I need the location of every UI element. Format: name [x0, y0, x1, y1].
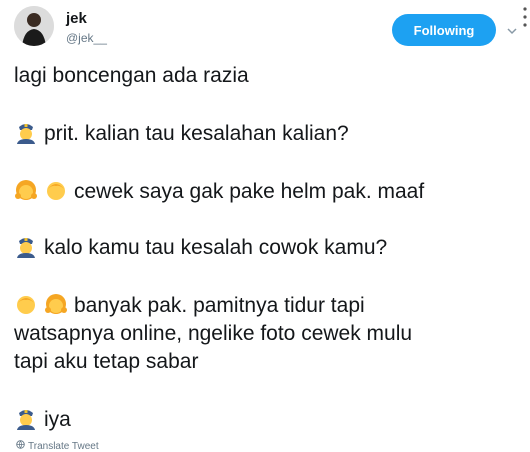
tweet-line-text: iya — [44, 408, 71, 431]
translate-label[interactable]: Translate Tweet — [28, 441, 99, 452]
tweet-line: lagi boncengan ada razia — [14, 62, 249, 90]
tweet-line-text: watsapnya online, ngelike foto cewek mul… — [14, 322, 413, 345]
tweet-line-text: cewek saya gak pake helm pak. maaf — [74, 180, 425, 203]
user-handle[interactable]: @jek__ — [66, 31, 107, 45]
globe-icon — [16, 440, 25, 452]
tweet-line-text: banyak pak. pamitnya tidur tapi — [74, 294, 365, 317]
girl-icon — [14, 178, 38, 202]
tweet-line: prit. kalian tau kesalahan kalian? — [14, 120, 349, 148]
avatar[interactable] — [14, 6, 54, 46]
chevron-down-icon[interactable] — [506, 24, 518, 36]
tweet-line: cewek saya gak pake helm pak. maaf — [14, 178, 424, 206]
tweet-header: jek @jek__ Following — [14, 6, 527, 54]
tweet-line-text: prit. kalian tau kesalahan kalian? — [44, 122, 349, 145]
tweet-line: kalo kamu tau kesalah cowok kamu? — [14, 234, 387, 262]
tweet-line-text: tapi aku tetap sabar — [14, 350, 199, 373]
tweet-line: watsapnya online, ngelike foto cewek mul… — [14, 320, 412, 348]
tweet-line-text: kalo kamu tau kesalah cowok kamu? — [44, 236, 388, 259]
following-button[interactable]: Following — [392, 14, 496, 46]
police-officer-icon — [14, 120, 38, 144]
girl-icon — [44, 292, 68, 316]
tweet-line-text: lagi boncengan ada razia — [14, 64, 249, 87]
boy-icon — [44, 178, 68, 202]
translate-tweet-link[interactable]: Translate Tweet — [16, 440, 99, 452]
tweet-line: tapi aku tetap sabar — [14, 348, 198, 376]
police-officer-icon — [14, 406, 38, 430]
user-name[interactable]: jek — [66, 10, 87, 27]
tweet-line: iya — [14, 406, 71, 434]
police-officer-icon — [14, 234, 38, 258]
more-options-icon[interactable] — [522, 6, 528, 30]
tweet-line: banyak pak. pamitnya tidur tapi — [14, 292, 365, 320]
boy-icon — [14, 292, 38, 316]
